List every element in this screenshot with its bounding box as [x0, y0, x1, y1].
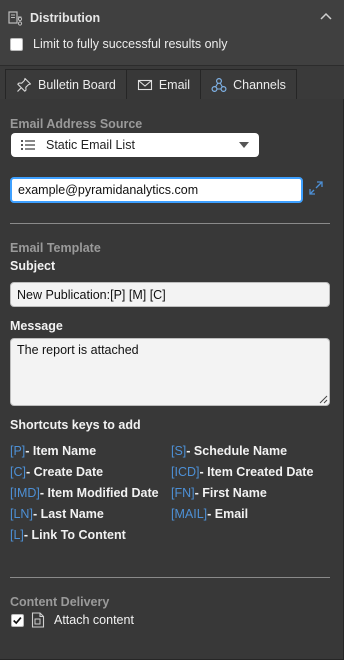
- shortcuts-label: Shortcuts keys to add: [10, 418, 141, 432]
- chevron-down-icon: [239, 142, 249, 148]
- shortcut-item: [ICD]- Item Created Date: [171, 465, 313, 479]
- shortcut-code: [P]: [10, 444, 26, 458]
- distribution-title: Distribution: [30, 11, 101, 25]
- distribution-header: Distribution Limit to fully successful r…: [0, 0, 344, 66]
- shortcut-name: - Item Created Date: [199, 465, 314, 479]
- shortcut-item: [FN]- First Name: [171, 486, 267, 500]
- shortcut-name: - Schedule Name: [186, 444, 288, 458]
- tab-bulletin-board-label: Bulletin Board: [38, 77, 116, 92]
- shortcut-name: - Email: [207, 507, 249, 521]
- shortcut-name: - Create Date: [25, 465, 104, 479]
- shortcut-item: [IMD]- Item Modified Date: [10, 486, 159, 500]
- pin-icon: [17, 77, 32, 92]
- checkmark-icon: [13, 616, 22, 624]
- attach-content-label: Attach content: [54, 613, 134, 627]
- shortcut-item: [C]- Create Date: [10, 465, 103, 479]
- shortcut-name: - Item Modified Date: [39, 486, 159, 500]
- limit-checkbox-label: Limit to fully successful results only: [33, 37, 228, 51]
- attach-content-checkbox[interactable]: Attach content: [11, 612, 134, 628]
- tab-bulletin-board[interactable]: Bulletin Board: [5, 69, 127, 99]
- limit-successful-checkbox[interactable]: Limit to fully successful results only: [10, 35, 228, 53]
- channels-icon: [211, 77, 227, 92]
- shortcut-code: [FN]: [171, 486, 195, 500]
- shortcut-code: [C]: [10, 465, 26, 479]
- email-template-label: Email Template: [10, 241, 101, 255]
- tab-email-label: Email: [158, 78, 191, 92]
- message-textarea[interactable]: The report is attached: [10, 338, 330, 406]
- distribution-icon: [8, 11, 23, 26]
- shortcut-code: [IMD]: [10, 486, 40, 500]
- file-icon: [31, 612, 45, 628]
- shortcut-code: [S]: [171, 444, 187, 458]
- chevron-up-icon[interactable]: [318, 8, 334, 24]
- shortcut-code: [MAIL]: [171, 507, 208, 521]
- attach-checkbox-box[interactable]: [11, 613, 24, 627]
- divider: [10, 577, 330, 578]
- shortcut-name: - Link To Content: [23, 528, 126, 542]
- shortcut-item: [L]- Link To Content: [10, 528, 126, 542]
- subject-label: Subject: [10, 259, 56, 273]
- email-address-input[interactable]: [10, 177, 303, 203]
- distribution-title-row: Distribution: [8, 8, 100, 28]
- tab-channels[interactable]: Channels: [200, 69, 297, 99]
- message-label: Message: [10, 319, 63, 333]
- shortcut-item: [LN]- Last Name: [10, 507, 104, 521]
- distribution-tabs: Bulletin Board Email Channels: [5, 69, 297, 100]
- shortcut-name: - Item Name: [25, 444, 97, 458]
- shortcut-code: [ICD]: [171, 465, 200, 479]
- expand-icon[interactable]: [308, 180, 324, 196]
- email-source-value: Static Email List: [46, 138, 135, 152]
- divider: [10, 223, 330, 224]
- list-icon: [21, 140, 35, 150]
- email-source-dropdown[interactable]: Static Email List: [11, 133, 259, 157]
- shortcut-item: [MAIL]- Email: [171, 507, 248, 521]
- subject-input[interactable]: [10, 282, 330, 307]
- shortcut-item: [S]- Schedule Name: [171, 444, 287, 458]
- tab-email[interactable]: Email: [125, 69, 202, 100]
- shortcut-name: - Last Name: [32, 507, 104, 521]
- content-delivery-label: Content Delivery: [10, 595, 110, 609]
- tab-channels-label: Channels: [233, 77, 286, 92]
- email-address-source-label: Email Address Source: [10, 117, 143, 131]
- shortcut-code: [L]: [10, 528, 24, 542]
- envelope-icon: [137, 79, 152, 91]
- shortcut-item: [P]- Item Name: [10, 444, 96, 458]
- limit-checkbox-box[interactable]: [10, 37, 23, 51]
- shortcut-name: - First Name: [194, 486, 267, 500]
- shortcut-code: [LN]: [10, 507, 33, 521]
